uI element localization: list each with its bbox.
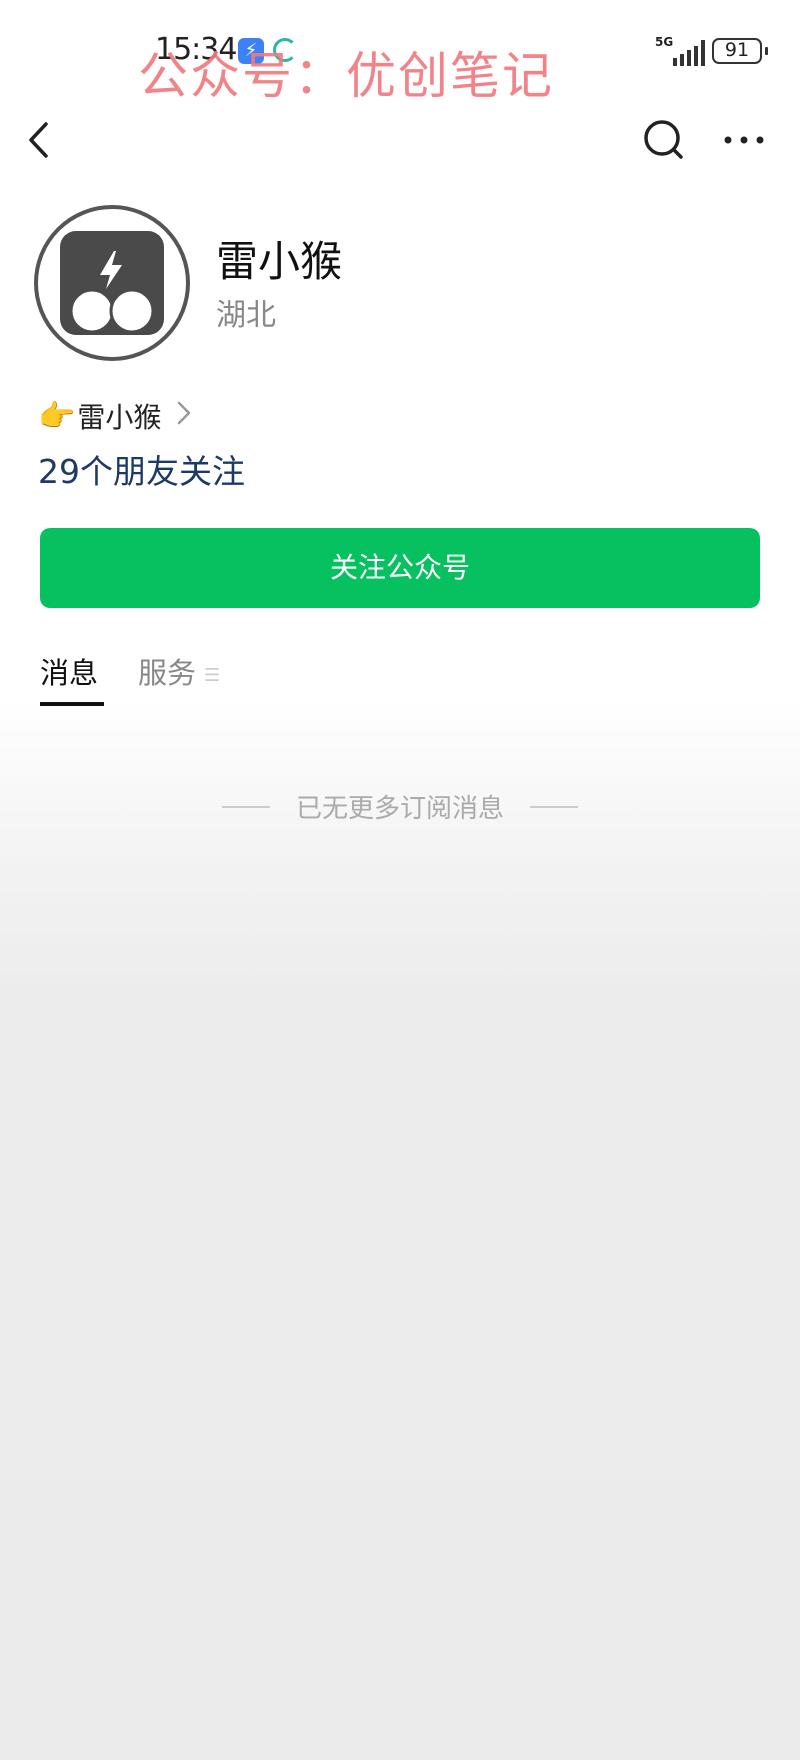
- account-name: 雷小猴: [216, 237, 343, 286]
- chevron-left-icon: [29, 122, 48, 158]
- end-of-messages: 已无更多订阅消息: [222, 788, 578, 825]
- pointing-hand-icon: 👉: [38, 398, 76, 434]
- navigation-bar: [0, 100, 800, 180]
- search-button[interactable]: [638, 112, 690, 168]
- battery-icon: 91: [712, 38, 768, 64]
- follow-button[interactable]: 关注公众号: [40, 528, 760, 608]
- related-account-name: 雷小猴: [77, 401, 162, 434]
- tab-bar: 消息 服务 ☰: [40, 650, 260, 706]
- tab-messages-label: 消息: [40, 656, 99, 690]
- related-account-link[interactable]: 👉 雷小猴: [38, 394, 191, 438]
- divider-right: [529, 805, 578, 808]
- chevron-right-icon: [177, 400, 191, 433]
- friends-following[interactable]: 29个朋友关注: [38, 445, 245, 493]
- signal-strength-icon: 5G: [655, 36, 705, 66]
- search-icon: [644, 120, 683, 159]
- more-dots-icon: [724, 136, 764, 144]
- tab-messages[interactable]: 消息: [40, 650, 105, 706]
- account-region: 湖北: [216, 298, 276, 333]
- account-avatar[interactable]: [34, 205, 190, 361]
- tab-services-label: 服务: [138, 656, 197, 690]
- menu-lines-icon: ☰: [204, 664, 221, 686]
- tab-services[interactable]: 服务 ☰: [138, 650, 220, 698]
- end-message-text: 已无更多订阅消息: [295, 794, 504, 824]
- more-button[interactable]: [716, 112, 772, 168]
- network-type: 5G: [655, 35, 674, 49]
- battery-level: 91: [724, 39, 750, 61]
- back-button[interactable]: [22, 112, 72, 168]
- avatar-logo-icon: [60, 231, 164, 335]
- watermark: 公众号：优创笔记: [138, 47, 554, 105]
- divider-left: [222, 805, 270, 808]
